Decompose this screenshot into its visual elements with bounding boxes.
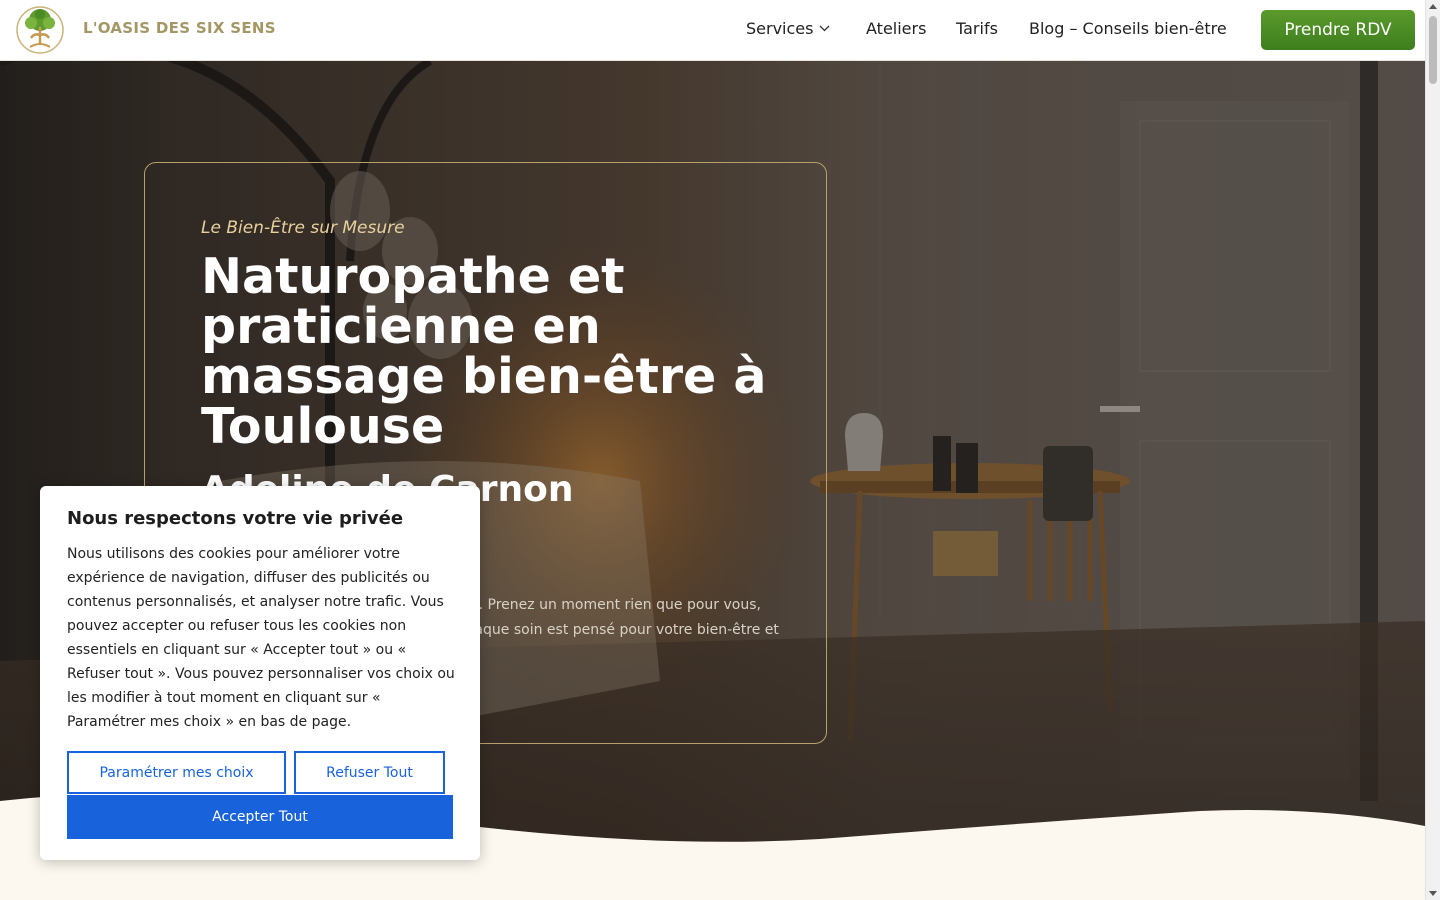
book-appointment-button[interactable]: Prendre RDV [1261,10,1415,50]
scroll-down-arrow-icon[interactable] [1429,891,1437,896]
scroll-thumb[interactable] [1429,16,1437,84]
cookie-accept-all-button[interactable]: Accepter Tout [67,795,453,839]
nav-services[interactable]: Services [746,19,830,38]
page-scrollbar[interactable] [1425,0,1440,900]
nav-blog[interactable]: Blog – Conseils bien-être [1029,19,1227,38]
tree-of-life-logo-icon[interactable] [16,5,64,55]
hero-title: Naturopathe et praticienne en massage bi… [201,248,767,455]
hero-tagline: Le Bien-Être sur Mesure [201,218,405,238]
chevron-down-icon [820,25,830,32]
cookie-consent-banner: Nous respectons votre vie privée Nous ut… [40,486,480,860]
cookie-description: Nous utilisons des cookies pour améliore… [67,546,455,730]
nav-services-label: Services [746,19,814,38]
cookie-customize-button[interactable]: Paramétrer mes choix [67,751,286,794]
cookie-refuse-all-button[interactable]: Refuser Tout [294,751,445,794]
brand-name[interactable]: L'OASIS DES SIX SENS [83,19,276,37]
site-header: L'OASIS DES SIX SENS Services Ateliers T… [0,0,1425,61]
scroll-up-arrow-icon[interactable] [1429,4,1437,9]
nav-tarifs[interactable]: Tarifs [956,19,998,38]
cookie-title: Nous respectons votre vie privée [67,508,404,529]
nav-ateliers[interactable]: Ateliers [866,19,926,38]
